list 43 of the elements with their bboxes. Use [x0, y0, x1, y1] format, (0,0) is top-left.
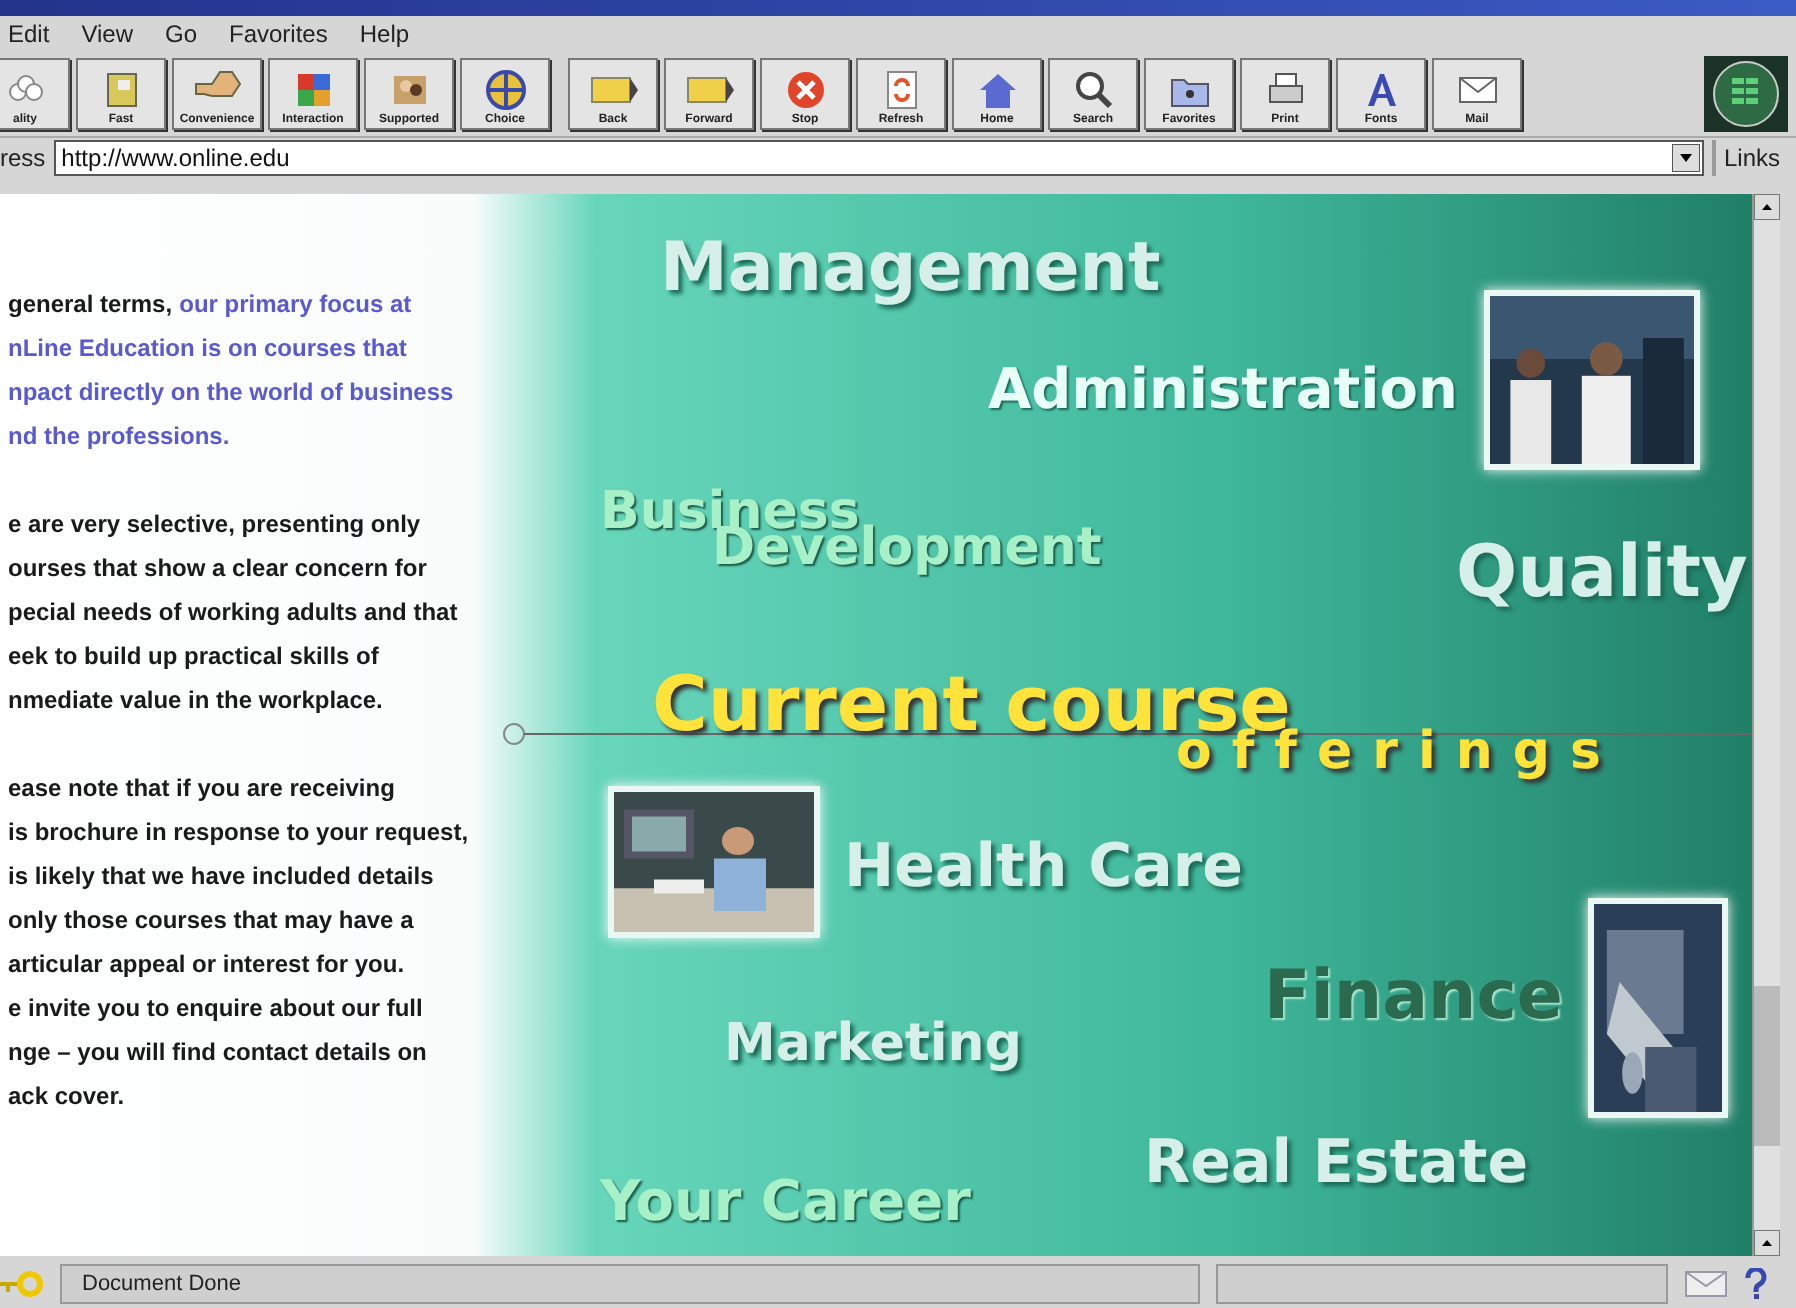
body-text: general terms,: [8, 290, 173, 319]
body-text: nge – you will find contact details on: [8, 1038, 427, 1067]
menu-item[interactable]: View: [81, 15, 133, 52]
course-word: Finance: [1264, 962, 1563, 1031]
menu-item[interactable]: Edit: [8, 15, 50, 52]
course-word: Quality: [1456, 538, 1748, 611]
course-word: Your Career: [600, 1174, 971, 1231]
highlighted-text: nLine Education is on courses that: [8, 334, 407, 363]
course-word: Marketing: [724, 1018, 1022, 1071]
highlighted-text: npact directly on the world of business: [8, 378, 454, 407]
address-label: ress: [0, 141, 46, 176]
body-text: e invite you to enquire about our full: [8, 994, 423, 1023]
address-field[interactable]: http://www.online.edu: [53, 139, 1704, 176]
globe-logo: [1704, 55, 1788, 132]
body-text: is brochure in response to your request,: [8, 818, 469, 847]
body-text: eek to build up practical skills of: [8, 642, 379, 671]
links-button[interactable]: Links: [1711, 139, 1796, 176]
dropdown-icon[interactable]: [1671, 143, 1700, 172]
menu-item[interactable]: Favorites: [229, 15, 328, 52]
body-text: e are very selective, presenting only: [8, 510, 421, 539]
body-text: ack cover.: [8, 1082, 125, 1111]
highlighted-text: our primary focus at: [179, 290, 412, 319]
body-text: only those courses that may have a: [8, 906, 414, 935]
body-text: articular appeal or interest for you.: [8, 950, 405, 979]
course-word: Management: [660, 234, 1161, 303]
course-word: Health Care: [844, 838, 1244, 899]
body-text: pecial needs of working adults and that: [8, 598, 458, 627]
help-icon[interactable]: [1744, 1268, 1768, 1301]
body-text: ease note that if you are receiving: [8, 774, 395, 803]
menu-item[interactable]: Go: [164, 15, 197, 52]
key-icon: [0, 1270, 44, 1299]
course-word: Administration: [988, 362, 1458, 419]
course-word: Real Estate: [1144, 1134, 1529, 1195]
body-text: nmediate value in the workplace.: [8, 686, 383, 715]
menu-item[interactable]: Help: [359, 15, 410, 52]
body-text: is likely that we have included details: [8, 862, 434, 891]
scroll-up-button[interactable]: [1754, 194, 1780, 221]
status-text-panel: Document Done: [60, 1264, 1200, 1305]
scrollbar[interactable]: [1752, 194, 1780, 1257]
body-text: ourses that show a clear concern for: [8, 554, 427, 583]
highlighted-text: nd the professions.: [8, 422, 230, 451]
scroll-down-button[interactable]: [1754, 1230, 1780, 1257]
scroll-thumb[interactable]: [1754, 985, 1780, 1146]
